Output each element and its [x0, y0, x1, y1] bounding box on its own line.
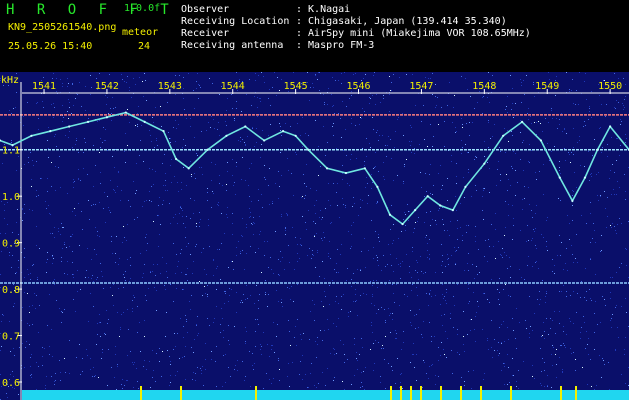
y-tick-label-0.9: 0.9: [2, 239, 20, 250]
info-key-location: Receiving Location: [181, 16, 290, 27]
trace-point: [464, 185, 467, 189]
y-axis-label: kHz: [1, 75, 19, 86]
trace-point: [483, 162, 486, 165]
y-tick-label-1.1: 1.1: [2, 146, 20, 157]
app-version: 1.0.0f: [124, 3, 161, 14]
trace-point: [539, 139, 543, 142]
y-tick-label-1.0: 1.0: [2, 192, 20, 203]
trace-point: [344, 171, 348, 175]
x-tick-label-1545: 1545: [284, 81, 308, 92]
trace-point: [520, 120, 524, 123]
meteor-burst-1: [180, 386, 182, 400]
trace-point: [30, 134, 33, 137]
trace-point: [143, 120, 146, 123]
meteor-burst-7: [440, 386, 442, 400]
info-key-antenna: Receiving antenna: [181, 40, 284, 51]
trace-point: [451, 209, 454, 212]
spectrogram-panel: 1541 1542 1543 1544 1545 1546 1547 1548 1549 1550…: [0, 72, 629, 400]
trace-point: [414, 209, 417, 212]
meteor-burst-6: [420, 386, 422, 400]
x-tick-label-1550: 1550: [598, 81, 622, 92]
trace-point: [105, 116, 109, 119]
trace-point: [49, 130, 52, 133]
bottom-strip: [22, 390, 629, 400]
file-name: KN9_2505261540.png: [8, 22, 117, 33]
trace-point: [596, 148, 599, 151]
info-value-antenna: : Maspro FM-3: [296, 40, 375, 51]
trace-point: [558, 176, 561, 179]
info-value-observer: : K.Nagai: [296, 4, 351, 15]
trace-point: [124, 111, 127, 114]
trace-point: [376, 185, 379, 189]
x-tick-label-1543: 1543: [158, 81, 182, 92]
x-tick-label-1542: 1542: [95, 81, 119, 92]
meteor-burst-12: [575, 386, 577, 400]
info-value-location: : Chigasaki, Japan (139.414 35.340): [296, 16, 507, 27]
meteor-burst-5: [410, 386, 412, 400]
trace-point: [439, 204, 442, 207]
y-tick-label-0.8: 0.8: [2, 285, 20, 296]
trace-point: [401, 222, 404, 226]
trace-point: [225, 134, 228, 137]
datetime-label: 25.05.26 15:40: [8, 41, 93, 52]
meteor-burst-2: [255, 386, 257, 400]
trace-point: [187, 167, 190, 170]
trace-point: [68, 125, 71, 128]
meteor-burst-8: [460, 386, 462, 400]
trace-point: [325, 167, 329, 170]
info-key-receiver: Receiver: [181, 28, 230, 39]
trace-point: [86, 120, 90, 123]
x-tick-label-1544: 1544: [221, 81, 245, 92]
trace-point: [307, 148, 310, 151]
meteor-burst-3: [390, 386, 392, 400]
trace-point: [294, 134, 297, 137]
trace-point: [281, 130, 285, 133]
trace-point: [244, 125, 247, 128]
meteor-burst-0: [140, 386, 142, 400]
x-tick-label-1547: 1547: [409, 81, 433, 92]
x-tick-label-1541: 1541: [32, 81, 56, 92]
header-panel: H R O F F T 1.0.0f KN9_2505261540.png me…: [0, 0, 629, 72]
x-tick-label-1548: 1548: [472, 81, 496, 92]
trace-point: [162, 130, 165, 133]
trace-point: [11, 143, 14, 147]
mode-value: 24: [138, 41, 151, 52]
y-tick-label-0.7: 0.7: [2, 332, 20, 343]
trace-point: [363, 167, 366, 170]
doppler-trace-line: [0, 111, 629, 226]
trace-point: [263, 139, 266, 142]
trace-point: [571, 199, 574, 202]
x-tick-label-1549: 1549: [535, 81, 559, 92]
trace-point: [502, 134, 505, 137]
info-value-receiver: : AirSpy mini (Miakejima VOR 108.65MHz): [296, 28, 531, 39]
y-tick-label-0.6: 0.6: [2, 378, 20, 389]
trace-point: [609, 125, 612, 128]
trace-point: [206, 148, 209, 151]
trace-point: [388, 213, 392, 216]
trace-point: [426, 195, 429, 198]
meteor-burst-11: [560, 386, 562, 400]
x-tick-label-1546: 1546: [346, 81, 370, 92]
info-key-observer: Observer: [181, 4, 230, 15]
trace-point: [583, 176, 587, 179]
meteor-burst-10: [510, 386, 512, 400]
noise-layer: [0, 72, 629, 400]
meteor-burst-9: [480, 386, 482, 400]
mode-label: meteor: [122, 27, 159, 38]
trace-point: [175, 157, 178, 161]
spectrogram-chart: 1541 1542 1543 1544 1545 1546 1547 1548 1549 1550…: [0, 72, 629, 400]
meteor-burst-4: [400, 386, 402, 400]
